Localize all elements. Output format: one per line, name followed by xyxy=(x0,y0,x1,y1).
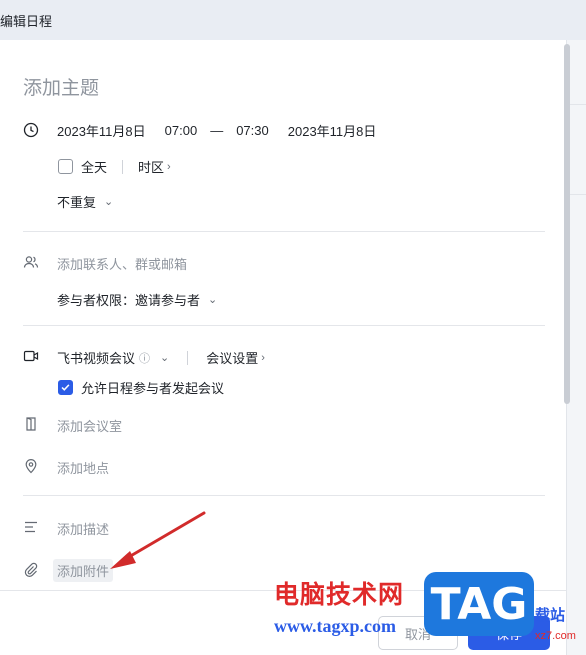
watermark-site-name: 电脑技术网 xyxy=(274,581,405,609)
location-pin-icon xyxy=(22,457,40,475)
start-date[interactable]: 2023年11月8日 xyxy=(57,121,146,140)
meeting-room-icon xyxy=(22,415,40,433)
subject-input[interactable]: 添加主题 xyxy=(23,73,99,100)
allow-start-label: 允许日程参与者发起会议 xyxy=(81,381,225,396)
end-date[interactable]: 2023年11月8日 xyxy=(288,121,377,140)
timezone-button[interactable]: 时区 xyxy=(138,157,164,176)
window-title: 编辑日程 xyxy=(0,14,53,29)
chevron-down-icon: ⌄ xyxy=(160,352,170,364)
separator xyxy=(122,159,124,174)
separator xyxy=(187,350,189,365)
watermark-side-text: 载站 xyxy=(535,607,566,624)
all-day-label: 全天 xyxy=(81,160,108,175)
chevron-down-icon: ⌄ xyxy=(104,196,114,208)
permission-dropdown[interactable]: 邀请参与者 xyxy=(135,290,200,309)
end-time[interactable]: 07:30 xyxy=(236,123,269,138)
divider xyxy=(23,231,545,232)
meeting-settings-button[interactable]: 会议设置 xyxy=(206,348,258,367)
video-camera-icon xyxy=(22,347,40,365)
watermark-side-small: xz7.com xyxy=(535,630,576,642)
chevron-down-icon: ⌄ xyxy=(208,294,218,306)
description-icon xyxy=(22,518,40,536)
divider xyxy=(23,495,545,496)
allow-start-checkbox[interactable] xyxy=(58,380,73,395)
watermark-tag-logo: TAG xyxy=(424,572,534,636)
window-titlebar: 编辑日程 xyxy=(0,0,586,40)
clock-icon xyxy=(22,121,40,139)
scrollbar[interactable] xyxy=(564,44,570,404)
paperclip-icon xyxy=(22,561,40,579)
start-time[interactable]: 07:00 xyxy=(165,123,198,138)
divider xyxy=(23,325,545,326)
chevron-right-icon: › xyxy=(261,351,265,364)
red-arrow-annotation xyxy=(110,511,206,569)
chevron-right-icon: › xyxy=(167,160,171,173)
check-icon xyxy=(61,384,70,391)
location-input[interactable]: 添加地点 xyxy=(57,458,109,477)
meeting-room-input[interactable]: 添加会议室 xyxy=(57,416,122,435)
info-icon: ⓘ xyxy=(139,352,151,365)
contacts-icon xyxy=(22,253,40,271)
permission-label: 参与者权限： xyxy=(57,293,136,308)
all-day-checkbox[interactable] xyxy=(58,159,73,174)
video-meeting-dropdown[interactable]: 飞书视频会议 xyxy=(57,348,135,367)
time-dash: — xyxy=(210,123,224,138)
repeat-dropdown[interactable]: 不重复 xyxy=(57,192,96,211)
watermark-url: www.tagxp.com xyxy=(274,616,396,636)
attendees-input[interactable]: 添加联系人、群或邮箱 xyxy=(57,254,187,273)
